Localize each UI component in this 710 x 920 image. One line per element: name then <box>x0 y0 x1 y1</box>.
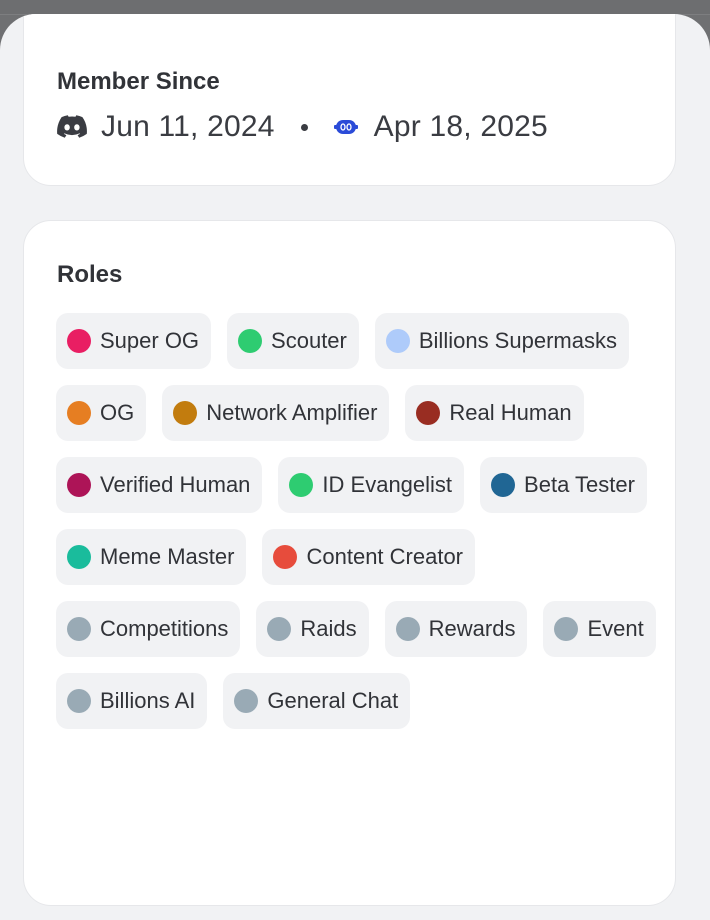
role-name: Meme Master <box>100 544 235 569</box>
role-pill[interactable]: Event <box>543 601 656 657</box>
role-pill[interactable]: Scouter <box>227 313 359 369</box>
roles-title: Roles <box>57 261 123 288</box>
role-color-dot <box>554 617 579 641</box>
role-name: Verified Human <box>100 472 251 497</box>
role-name: Super OG <box>100 328 200 353</box>
role-color-dot <box>238 329 263 353</box>
role-pill[interactable]: Verified Human <box>56 457 263 513</box>
role-color-dot <box>67 401 91 425</box>
role-color-dot <box>395 617 420 641</box>
roles-card: Roles Super OG Scouter Billions Supermasks… <box>23 220 676 906</box>
role-pill[interactable]: General Chat <box>223 673 411 729</box>
role-name: ID Evangelist <box>322 472 453 497</box>
role-color-dot <box>385 329 410 353</box>
role-name: Event <box>587 616 644 641</box>
role-color-dot <box>289 473 314 497</box>
role-color-dot <box>416 401 441 425</box>
role-pill[interactable]: Content Creator <box>262 529 476 585</box>
role-pill[interactable]: Rewards <box>384 601 528 657</box>
role-color-dot <box>67 617 91 641</box>
member-since-title: Member Since <box>57 68 220 95</box>
role-color-dot <box>67 545 91 569</box>
bot-icon <box>333 118 358 136</box>
role-name: General Chat <box>267 688 399 713</box>
discord-icon <box>57 115 87 139</box>
role-name: Content Creator <box>306 544 464 569</box>
role-color-dot <box>273 545 298 569</box>
role-color-dot <box>491 473 516 497</box>
role-pill[interactable]: Real Human <box>405 385 584 441</box>
role-pill[interactable]: Meme Master <box>56 529 247 585</box>
role-name: Beta Tester <box>524 472 635 497</box>
role-name: Scouter <box>271 328 347 353</box>
discord-join-date: Jun 11, 2024 <box>101 110 275 143</box>
role-pill[interactable]: Billions AI <box>56 673 208 729</box>
role-name: OG <box>100 400 135 425</box>
role-pill[interactable]: Super OG <box>56 313 212 369</box>
role-pill[interactable]: OG <box>56 385 147 441</box>
role-name: Billions Supermasks <box>418 328 617 353</box>
role-name: Competitions <box>100 616 229 641</box>
role-name: Network Amplifier <box>206 400 378 425</box>
member-since-card: Member Since Jun 11, 2024 Apr 18, 2025 <box>23 14 676 186</box>
role-color-dot <box>67 689 91 713</box>
status-bar-backdrop <box>0 0 710 15</box>
role-pill[interactable]: Beta Tester <box>480 457 647 513</box>
role-name: Rewards <box>428 616 516 641</box>
role-pill[interactable]: Network Amplifier <box>162 385 390 441</box>
role-name: Raids <box>300 616 357 641</box>
role-color-dot <box>67 473 91 497</box>
role-name: Real Human <box>449 400 572 425</box>
role-pill[interactable]: Billions Supermasks <box>374 313 629 369</box>
role-color-dot <box>173 401 198 425</box>
role-name: Billions AI <box>100 688 196 713</box>
role-pill[interactable]: Competitions <box>56 601 241 657</box>
role-color-dot <box>67 329 91 353</box>
separator-dot <box>300 123 308 131</box>
role-color-dot <box>234 689 259 713</box>
roles-list: Super OG Scouter Billions Supermasks OG Netw… <box>56 313 656 729</box>
role-color-dot <box>267 617 292 641</box>
server-join-date: Apr 18, 2025 <box>373 110 548 143</box>
member-dates-row: Jun 11, 2024 Apr 18, 2025 <box>57 107 548 147</box>
profile-bottom-sheet: Member Since Jun 11, 2024 Apr 18, 2025 R… <box>0 14 710 920</box>
role-pill[interactable]: ID Evangelist <box>278 457 465 513</box>
role-pill[interactable]: Raids <box>256 601 369 657</box>
